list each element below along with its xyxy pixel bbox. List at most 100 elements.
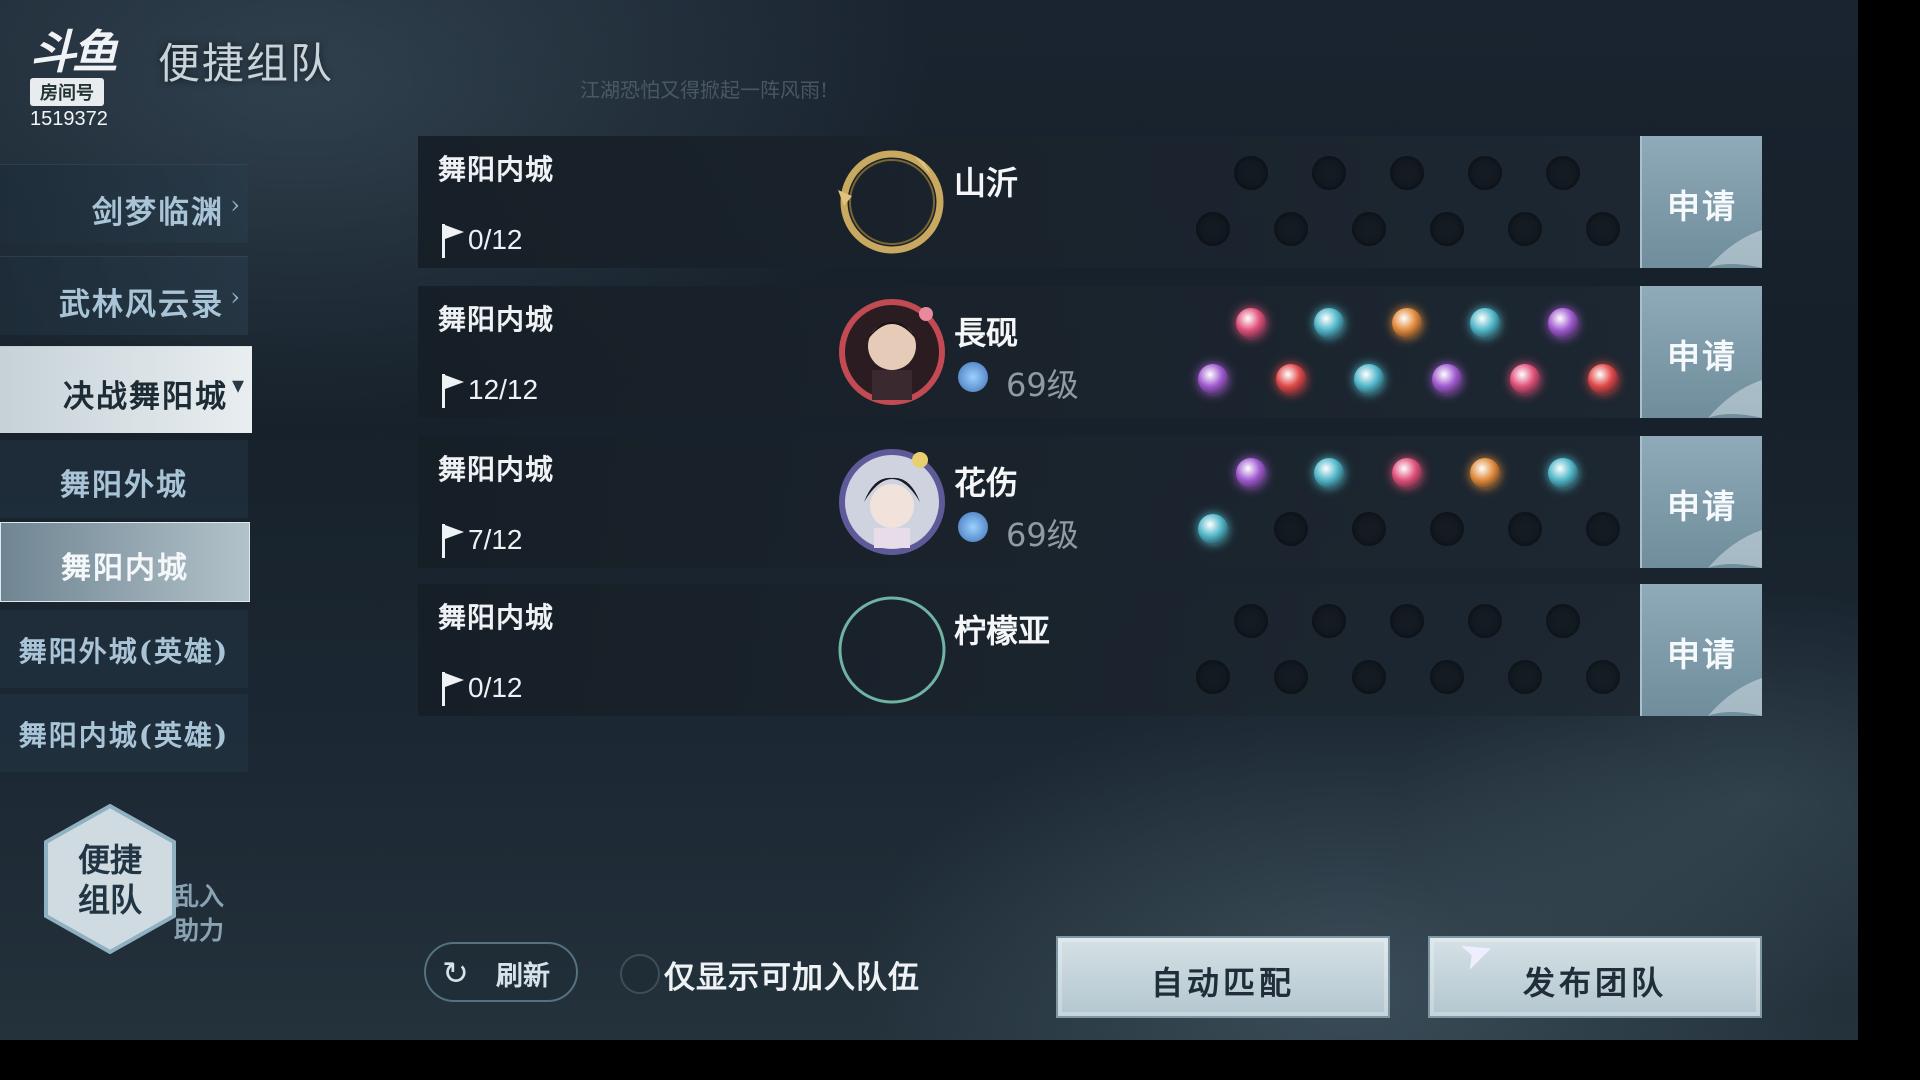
tab-quick-team-line1: 便捷: [77, 841, 142, 879]
member-class-icon: [1392, 458, 1422, 488]
team-leader-name: 長砚: [954, 314, 1019, 352]
joinable-only-label: 仅显示可加入队伍: [664, 960, 920, 996]
empty-member-slot: [1352, 212, 1386, 246]
empty-member-slot: [1196, 660, 1230, 694]
class-icon: [958, 362, 988, 392]
feather-decoration-icon: [1708, 678, 1762, 716]
team-area-label: 舞阳内城: [438, 153, 555, 186]
avatar-empty-icon: [838, 596, 946, 704]
empty-member-slot: [1430, 512, 1464, 546]
team-row: 舞阳内城 0/12 柠檬亚: [418, 584, 1640, 716]
member-class-icon: [1470, 308, 1500, 338]
empty-member-slot: [1586, 212, 1620, 246]
team-row: 舞阳内城 7/12 花伤 69级: [418, 436, 1640, 568]
avatar-male-portrait: [839, 299, 945, 405]
team-leader-name: 花伤: [954, 464, 1019, 502]
douyu-logo: 斗鱼 房间号 1519372: [30, 28, 138, 136]
empty-member-slot: [1234, 156, 1268, 190]
empty-member-slot: [1586, 660, 1620, 694]
auto-match-label: 自动匹配: [1150, 964, 1295, 1002]
member-class-icon: [1198, 364, 1228, 394]
tab-quick-team-line2: 组队: [77, 881, 142, 919]
tab-join-assist-label: 乱入 助力: [174, 882, 225, 945]
member-class-icon: [1198, 514, 1228, 544]
sidebar-item-wuyang[interactable]: 决战舞阳城 ▾: [0, 346, 252, 433]
team-member-count: 0/12: [468, 224, 523, 255]
empty-member-slot: [1312, 604, 1346, 638]
empty-member-slot: [1352, 660, 1386, 694]
flag-icon: [442, 672, 464, 706]
team-member-count: 12/12: [468, 374, 539, 405]
page-title: 便捷组队: [158, 39, 335, 88]
auto-match-button[interactable]: 自动匹配: [1056, 936, 1390, 1018]
tab-quick-team[interactable]: 便捷 组队: [42, 804, 178, 954]
sidebar-sub-label: 舞阳外城(英雄): [18, 635, 230, 668]
team-leader-name: 山沂: [954, 164, 1019, 202]
empty-member-slot: [1312, 156, 1346, 190]
empty-member-slot: [1196, 212, 1230, 246]
member-class-icon: [1236, 308, 1266, 338]
member-class-icon: [1236, 458, 1266, 488]
sidebar-sub-label: 舞阳外城: [60, 468, 188, 503]
empty-member-slot: [1468, 604, 1502, 638]
sidebar-item-label: 决战舞阳城: [63, 379, 228, 415]
logo-brand: 斗鱼: [30, 25, 118, 79]
room-tag: 房间号: [30, 78, 104, 106]
sidebar-sub-inner-city-hero[interactable]: 舞阳内城(英雄): [0, 694, 248, 772]
sidebar-sub-outer-city-hero[interactable]: 舞阳外城(英雄): [0, 610, 248, 688]
feather-decoration-icon: [1708, 530, 1762, 568]
empty-member-slot: [1234, 604, 1268, 638]
sidebar-sub-outer-city[interactable]: 舞阳外城: [0, 440, 248, 518]
sidebar-item-label: 剑梦临渊: [92, 195, 224, 231]
team-member-count: 0/12: [468, 672, 523, 703]
chevron-down-icon: ▾: [231, 371, 244, 399]
empty-member-slot: [1352, 512, 1386, 546]
refresh-button[interactable]: ↻ 刷新: [424, 942, 578, 1002]
team-row: 舞阳内城 12/12 長砚 69级: [418, 286, 1640, 418]
empty-member-slot: [1508, 512, 1542, 546]
flag-icon: [442, 224, 464, 258]
empty-member-slot: [1274, 212, 1308, 246]
apply-button[interactable]: 申请: [1640, 136, 1762, 268]
empty-member-slot: [1390, 156, 1424, 190]
member-class-icon: [1392, 308, 1422, 338]
page-subtitle: 江湖恐怕又得掀起一阵风雨!: [580, 78, 829, 102]
avatar-gold-frame-icon: [838, 150, 944, 254]
flag-icon: [442, 524, 464, 558]
sidebar-item-wulin[interactable]: 武林风云录 ›: [0, 256, 248, 335]
team-area-label: 舞阳内城: [438, 453, 555, 486]
team-area-label: 舞阳内城: [438, 601, 555, 634]
apply-button[interactable]: 申请: [1640, 584, 1762, 716]
member-class-icon: [1354, 364, 1384, 394]
sidebar-sub-label: 舞阳内城(英雄): [18, 719, 230, 752]
empty-member-slot: [1546, 156, 1580, 190]
team-area-label: 舞阳内城: [438, 303, 555, 336]
feather-decoration-icon: [1708, 380, 1762, 418]
leader-level: 69级: [1006, 366, 1079, 404]
member-class-icon: [1548, 458, 1578, 488]
empty-member-slot: [1430, 212, 1464, 246]
apply-button[interactable]: 申请: [1640, 436, 1762, 568]
refresh-icon: ↻: [442, 954, 469, 992]
flag-icon: [442, 374, 464, 408]
sidebar-item-jianmeng[interactable]: 剑梦临渊 ›: [0, 164, 248, 243]
member-class-icon: [1314, 458, 1344, 488]
chevron-right-icon: ›: [230, 191, 240, 219]
member-class-icon: [1432, 364, 1462, 394]
empty-member-slot: [1508, 212, 1542, 246]
sidebar-item-label: 武林风云录: [59, 287, 224, 323]
member-class-icon: [1314, 308, 1344, 338]
chevron-right-icon: ›: [230, 283, 240, 311]
game-screen: 斗鱼 房间号 1519372 便捷组队 江湖恐怕又得掀起一阵风雨! 剑梦临渊 ›…: [0, 0, 1858, 1040]
sidebar-sub-inner-city[interactable]: 舞阳内城: [0, 522, 250, 602]
class-icon: [958, 512, 988, 542]
joinable-only-checkbox[interactable]: [620, 954, 660, 994]
member-class-icon: [1548, 308, 1578, 338]
empty-member-slot: [1586, 512, 1620, 546]
team-leader-name: 柠檬亚: [954, 612, 1051, 650]
apply-button[interactable]: 申请: [1640, 286, 1762, 418]
member-class-icon: [1510, 364, 1540, 394]
member-class-icon: [1470, 458, 1500, 488]
empty-member-slot: [1430, 660, 1464, 694]
empty-member-slot: [1274, 512, 1308, 546]
